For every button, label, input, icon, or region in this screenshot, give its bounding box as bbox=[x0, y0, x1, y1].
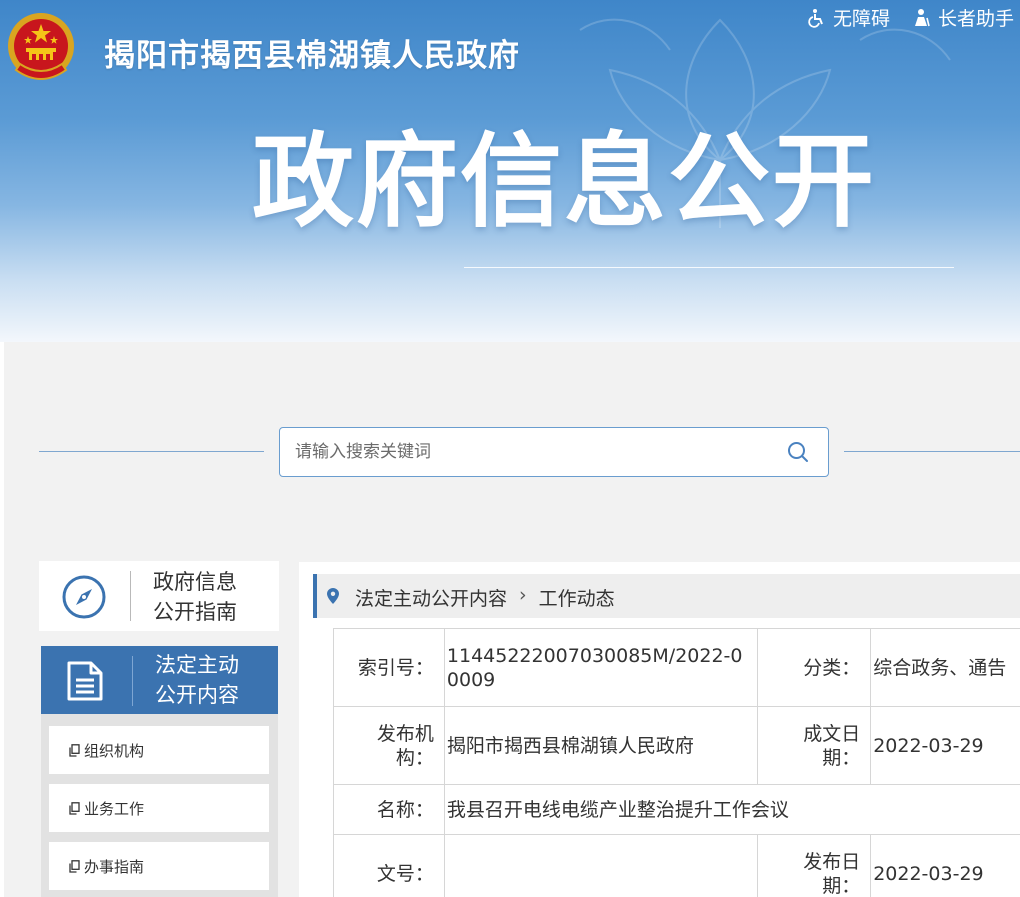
compass-icon bbox=[62, 575, 106, 619]
banner-divider bbox=[464, 267, 954, 268]
sidebar-item-label: 办事指南 bbox=[84, 857, 145, 876]
publish-date-value: 2022-03-29 bbox=[870, 834, 1020, 897]
copy-icon bbox=[69, 743, 80, 757]
breadcrumb-separator: › bbox=[519, 584, 527, 606]
copy-icon bbox=[69, 801, 80, 815]
elder-label: 长者助手 bbox=[937, 8, 1014, 30]
name-value: 我县召开电线电缆产业整治提升工作会议 bbox=[443, 784, 1020, 835]
sidebar-item-guide[interactable]: 政府信息公开指南 bbox=[39, 561, 279, 631]
breadcrumb-text: 法定主动公开内容 › 工作动态 bbox=[355, 584, 615, 611]
breadcrumb-level2[interactable]: 工作动态 bbox=[539, 584, 615, 611]
publish-date-label: 发布日期： bbox=[757, 834, 872, 897]
written-date-value: 2022-03-29 bbox=[870, 706, 1020, 785]
index-label: 索引号： bbox=[333, 628, 445, 707]
elder-assistant-link[interactable]: 长者助手 bbox=[912, 4, 1014, 31]
publisher-label: 发布机构： bbox=[333, 706, 445, 785]
wheelchair-icon bbox=[808, 8, 823, 28]
written-date-label: 成文日期： bbox=[757, 706, 872, 785]
location-pin-icon bbox=[327, 588, 339, 604]
sidebar-item-organization[interactable]: 组织机构 bbox=[49, 726, 269, 774]
search-input[interactable] bbox=[280, 428, 770, 476]
search-icon[interactable] bbox=[786, 440, 810, 464]
search-box bbox=[279, 427, 829, 477]
category-value: 综合政务、通告 bbox=[870, 628, 1020, 707]
sidebar-item-service-guide[interactable]: 办事指南 bbox=[49, 842, 269, 890]
elder-icon bbox=[914, 8, 930, 26]
name-label: 名称： bbox=[333, 784, 445, 835]
doc-no-label: 文号： bbox=[333, 834, 445, 897]
card-divider bbox=[130, 571, 131, 621]
accessibility-label: 无障碍 bbox=[832, 8, 890, 30]
copy-icon bbox=[69, 859, 80, 873]
table-row: 索引号： 11445222007030085M/2022-00009 分类： 综… bbox=[333, 628, 1020, 707]
publisher-value: 揭阳市揭西县棉湖镇人民政府 bbox=[443, 706, 759, 785]
document-meta-table: 索引号： 11445222007030085M/2022-00009 分类： 综… bbox=[333, 628, 1020, 897]
breadcrumb: 法定主动公开内容 › 工作动态 bbox=[313, 574, 1020, 618]
document-icon bbox=[67, 661, 103, 701]
sidebar-item-legal-content[interactable]: 法定主动公开内容 bbox=[41, 646, 278, 714]
sidebar-item-label: 政府信息公开指南 bbox=[153, 570, 237, 624]
sidebar-item-label: 业务工作 bbox=[84, 799, 145, 818]
header-banner: 揭阳市揭西县棉湖镇人民政府 无障碍 长者助手 政府信息公开 bbox=[0, 0, 1020, 342]
top-links: 无障碍 长者助手 bbox=[807, 4, 1014, 31]
sidebar-item-label: 法定主动公开内容 bbox=[155, 653, 239, 707]
article-panel: 法定主动公开内容 › 工作动态 索引号： 11445222007030085M/… bbox=[299, 562, 1020, 897]
breadcrumb-accent bbox=[313, 574, 317, 618]
national-emblem-icon bbox=[8, 13, 74, 80]
page-title: 政府信息公开 bbox=[252, 123, 876, 242]
card-divider bbox=[132, 656, 133, 706]
sidebar-item-label: 组织机构 bbox=[84, 741, 145, 760]
breadcrumb-level1[interactable]: 法定主动公开内容 bbox=[355, 584, 507, 611]
doc-no-value bbox=[443, 834, 759, 897]
table-row: 发布机构： 揭阳市揭西县棉湖镇人民政府 成文日期： 2022-03-29 bbox=[333, 706, 1020, 785]
main-content: 政府信息公开指南 法定主动公开内容 组织机构 业务工作 bbox=[4, 342, 1020, 897]
sidebar-item-business[interactable]: 业务工作 bbox=[49, 784, 269, 832]
table-row: 名称： 我县召开电线电缆产业整治提升工作会议 bbox=[333, 784, 1020, 835]
search-divider-right bbox=[844, 451, 1020, 452]
category-label: 分类： bbox=[757, 628, 872, 707]
site-title: 揭阳市揭西县棉湖镇人民政府 bbox=[104, 38, 520, 74]
sidebar-submenu: 组织机构 业务工作 办事指南 bbox=[41, 714, 278, 897]
accessibility-link[interactable]: 无障碍 bbox=[807, 4, 890, 31]
table-row: 文号： 发布日期： 2022-03-29 bbox=[333, 834, 1020, 897]
search-divider-left bbox=[39, 451, 264, 452]
index-value: 11445222007030085M/2022-00009 bbox=[443, 628, 759, 707]
